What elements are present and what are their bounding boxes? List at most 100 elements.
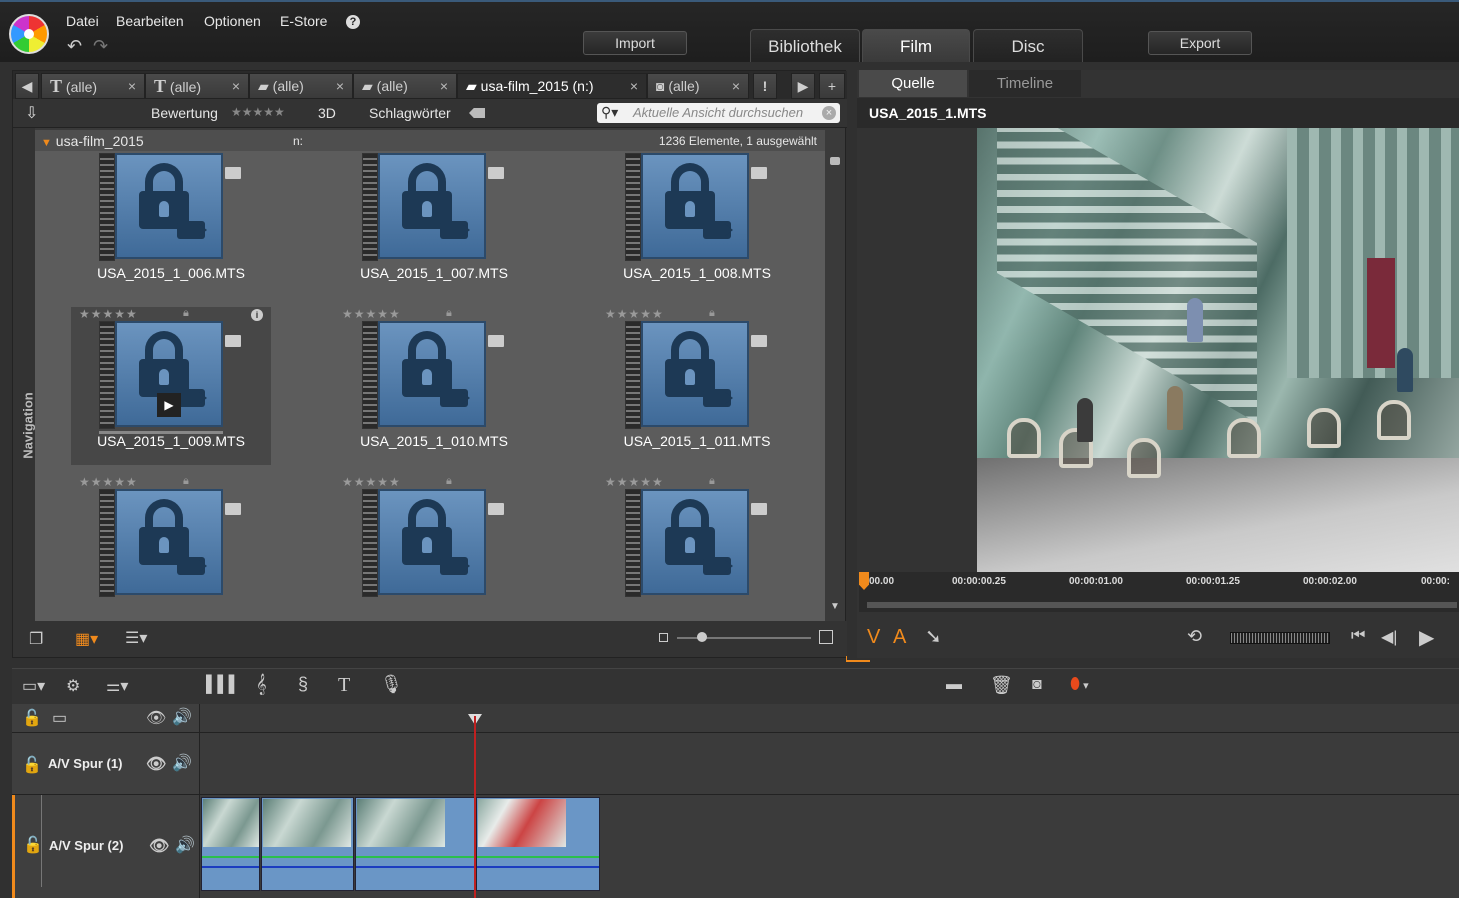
item-rating[interactable]: ★★★★★	[605, 307, 664, 321]
close-icon[interactable]: ×	[440, 74, 448, 98]
locked-video-thumbnail[interactable]: ▶	[115, 321, 223, 427]
scorefitter-icon[interactable]: §	[298, 674, 308, 695]
film-strip-icon[interactable]: ▬	[946, 676, 962, 694]
timeline-clip[interactable]	[476, 797, 600, 891]
tab-scroll-left-icon[interactable]: ◀	[15, 73, 39, 99]
lib-tab-usa-film[interactable]: ▰ usa-film_2015 (n:) ×	[457, 73, 647, 99]
tab-disc[interactable]: Disc	[973, 29, 1083, 62]
locked-video-thumbnail[interactable]	[641, 321, 749, 427]
step-back-icon[interactable]: ◀|	[1381, 627, 1397, 647]
media-item[interactable]: ★★★★★🔒︎USA_2015_1_007.MTS	[334, 151, 534, 297]
splitter-handle[interactable]	[846, 656, 870, 662]
copy-icon[interactable]: ❐	[29, 629, 43, 649]
music-icon[interactable]: 𝄞	[256, 674, 267, 695]
timeline-clip[interactable]	[201, 797, 260, 891]
timeline-view-icon[interactable]: ▭▾	[22, 676, 45, 696]
close-icon[interactable]: ×	[336, 74, 344, 98]
close-icon[interactable]: ×	[128, 74, 136, 98]
speaker-icon[interactable]: 🔊	[175, 835, 195, 855]
preview-video-frame[interactable]	[977, 128, 1459, 572]
list-view-icon[interactable]: ☰▾	[125, 628, 147, 648]
track-name[interactable]: A/V Spur (1)	[48, 756, 122, 771]
thumb-size-handle[interactable]	[697, 632, 707, 642]
tab-timeline[interactable]: Timeline	[969, 70, 1081, 97]
locked-video-thumbnail[interactable]	[641, 489, 749, 595]
rating-filter-label[interactable]: Bewertung	[151, 105, 218, 121]
rating-stars[interactable]: ★★★★★	[231, 105, 285, 119]
export-button[interactable]: Export	[1148, 31, 1252, 55]
menu-datei[interactable]: Datei	[66, 13, 99, 29]
menu-bearbeiten[interactable]: Bearbeiten	[116, 13, 184, 29]
microphone-icon[interactable]: 🎙	[380, 674, 403, 695]
media-item[interactable]: ★★★★★ 🔒︎ ▶ i USA_2015_1_009.MTS	[71, 307, 271, 465]
send-to-timeline-icon[interactable]: ➘	[925, 624, 942, 649]
clear-search-icon[interactable]: ×	[822, 106, 836, 120]
locked-video-thumbnail[interactable]	[378, 489, 486, 595]
scrub-bar[interactable]	[867, 602, 1457, 608]
item-rating[interactable]: ★★★★★	[605, 475, 664, 489]
scroll-down-icon[interactable]: ▼	[830, 601, 840, 612]
eye-icon[interactable]: 👁	[146, 754, 166, 774]
playhead-marker[interactable]	[859, 572, 869, 590]
search-icon[interactable]: ⚲▾	[601, 104, 618, 121]
locked-video-thumbnail[interactable]	[378, 153, 486, 259]
undo-icon[interactable]: ↶	[67, 36, 82, 57]
snapshot-camera-icon[interactable]: ◙	[1032, 676, 1042, 694]
title-icon[interactable]: T	[338, 674, 350, 697]
close-icon[interactable]: ×	[732, 74, 740, 98]
tab-scroll-right-icon[interactable]: ▶	[791, 73, 815, 99]
video-toggle[interactable]: V	[867, 626, 880, 649]
menu-estore[interactable]: E-Store	[280, 13, 327, 29]
search-input[interactable]: Aktuelle Ansicht durchsuchen	[597, 103, 840, 123]
timeline-clip[interactable]	[355, 797, 475, 891]
scroll-thumb[interactable]	[830, 157, 840, 165]
lib-tab-6[interactable]: ◙ (alle) ×	[647, 73, 749, 99]
locked-video-thumbnail[interactable]	[641, 153, 749, 259]
speaker-icon[interactable]: 🔊	[172, 753, 192, 773]
grid-scrollbar[interactable]: ▼	[829, 131, 843, 621]
grid-view-icon[interactable]: ▦▾	[75, 629, 98, 649]
media-item[interactable]: ★★★★★🔒︎USA_2015_1_006.MTS	[71, 151, 271, 297]
marker-icon[interactable]: ⬮ ▾	[1070, 676, 1089, 694]
menu-optionen[interactable]: Optionen	[204, 13, 261, 29]
loop-icon[interactable]: ⟲	[1187, 626, 1202, 647]
lib-tab-2[interactable]: T (alle) ×	[145, 73, 249, 99]
timeline-ruler[interactable]: 🔓 ▭ 👁 🔊	[12, 704, 1459, 732]
media-item[interactable]: ★★★★★ 🔒︎	[71, 475, 271, 621]
close-icon[interactable]: ×	[232, 74, 240, 98]
add-tab-icon[interactable]: +	[819, 73, 845, 99]
navigation-sidebar[interactable]: Navigation	[13, 128, 36, 621]
tab-bibliothek[interactable]: Bibliothek	[750, 29, 860, 62]
lock-icon[interactable]: 🔓	[22, 708, 42, 728]
speaker-icon[interactable]: 🔊	[172, 707, 192, 727]
source-timeline-ruler[interactable]: 00.00 00:00:00.25 00:00:01.00 00:00:01.2…	[859, 572, 1459, 612]
locked-video-thumbnail[interactable]	[115, 153, 223, 259]
media-item[interactable]: ★★★★★ 🔒︎ USA_2015_1_010.MTS	[334, 307, 534, 465]
media-item[interactable]: ★★★★★ 🔒︎	[597, 475, 797, 621]
trash-icon[interactable]: 🗑	[990, 675, 1013, 696]
eye-icon[interactable]: 👁	[149, 836, 169, 856]
track-name[interactable]: A/V Spur (2)	[49, 838, 123, 853]
alert-icon[interactable]: !	[753, 73, 777, 99]
redo-icon[interactable]: ↷	[93, 36, 108, 57]
timeline-clip[interactable]	[261, 797, 354, 891]
collapse-icon[interactable]: ▼	[41, 137, 52, 149]
track-options-icon[interactable]: ⚌▾	[106, 676, 128, 696]
track-monitor-icon[interactable]: ▭	[52, 708, 67, 728]
keywords-filter[interactable]: Schlagwörter	[369, 105, 451, 121]
audio-mixer-icon[interactable]: ▌▌▌	[206, 676, 240, 694]
3d-filter[interactable]: 3D	[318, 105, 336, 121]
audio-toggle[interactable]: A	[893, 626, 906, 649]
help-icon[interactable]: ?	[346, 15, 360, 29]
import-button[interactable]: Import	[583, 31, 687, 55]
info-icon[interactable]: i	[251, 309, 263, 321]
import-down-icon[interactable]: ⇩	[25, 103, 38, 123]
item-rating[interactable]: ★★★★★	[79, 475, 138, 489]
eye-icon[interactable]: 👁	[146, 708, 166, 728]
item-rating[interactable]: ★★★★★	[79, 307, 138, 321]
shuttle-control[interactable]	[1230, 632, 1330, 644]
play-icon[interactable]: ▶	[1419, 625, 1434, 650]
locked-video-thumbnail[interactable]	[378, 321, 486, 427]
lock-icon[interactable]: 🔓	[22, 755, 42, 775]
lock-icon[interactable]: 🔓	[23, 835, 43, 855]
